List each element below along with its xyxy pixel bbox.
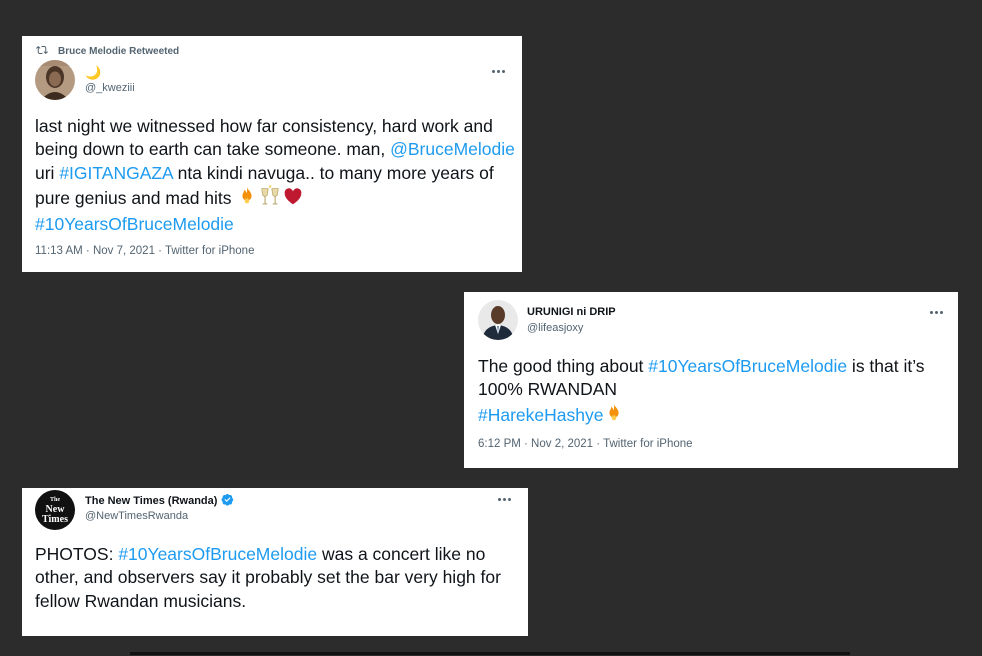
handle[interactable]: @NewTimesRwanda [85,510,188,522]
avatar-word: New [45,503,65,515]
display-name[interactable]: 🌙 [85,65,101,81]
fire-emoji [603,402,625,430]
hashtag-link[interactable]: #HarekeHashye [478,405,603,425]
retweet-icon [36,44,48,59]
handle[interactable]: @_kweziii [85,82,135,94]
more-options-icon[interactable] [930,308,946,316]
retweet-label: Bruce Melodie Retweeted [58,45,180,57]
retweet-indicator: Bruce Melodie Retweeted [36,44,179,58]
more-options-icon[interactable] [492,67,508,75]
fire-emoji [236,185,258,213]
handle[interactable]: @lifeasjoxy [527,322,583,334]
hashtag-link[interactable]: #10YearsOfBruceMelodie [648,356,847,376]
tweet-text: The good thing about #10YearsOfBruceMelo… [478,355,948,430]
tweet-text: PHOTOS: #10YearsOfBruceMelodie was a con… [35,543,521,613]
more-options-icon[interactable] [498,495,514,503]
mention-link[interactable]: @BruceMelodie [390,139,515,159]
clinking-glasses-emoji [258,184,282,213]
avatar-word: Times [42,513,68,525]
bottom-divider [130,652,850,655]
hashtag-link[interactable]: #10YearsOfBruceMelodie [118,544,317,564]
hashtag-link[interactable]: #10YearsOfBruceMelodie [35,214,234,234]
display-name[interactable]: The New Times (Rwanda) [85,495,217,507]
tweet-card-newtimesrwanda[interactable]: The New Times The New Times (Rwanda) @Ne… [22,488,528,636]
text-segment: PHOTOS: [35,544,119,564]
verified-badge-icon [221,493,234,509]
avatar[interactable] [35,60,75,100]
avatar[interactable]: The New Times [35,490,75,530]
hashtag-link[interactable]: #IGITANGAZA [59,163,172,183]
display-name[interactable]: URUNIGI ni DRIP [527,306,616,318]
text-segment: The good thing about [478,356,649,376]
tweet-card-lifeasjoxy[interactable]: URUNIGI ni DRIP @lifeasjoxy The good thi… [464,292,958,468]
tweet-timestamp[interactable]: 6:12 PM · Nov 2, 2021 · Twitter for iPho… [478,438,693,450]
tweet-card-kweziii[interactable]: Bruce Melodie Retweeted 🌙 @_kweziii last… [22,36,522,272]
avatar[interactable] [478,300,518,340]
tweet-text: last night we witnessed how far consiste… [35,115,515,236]
heart-emoji [282,185,304,213]
tweet-timestamp[interactable]: 11:13 AM · Nov 7, 2021 · Twitter for iPh… [35,245,254,257]
text-segment: uri [35,162,60,183]
display-name-row[interactable]: The New Times (Rwanda) [85,493,234,509]
